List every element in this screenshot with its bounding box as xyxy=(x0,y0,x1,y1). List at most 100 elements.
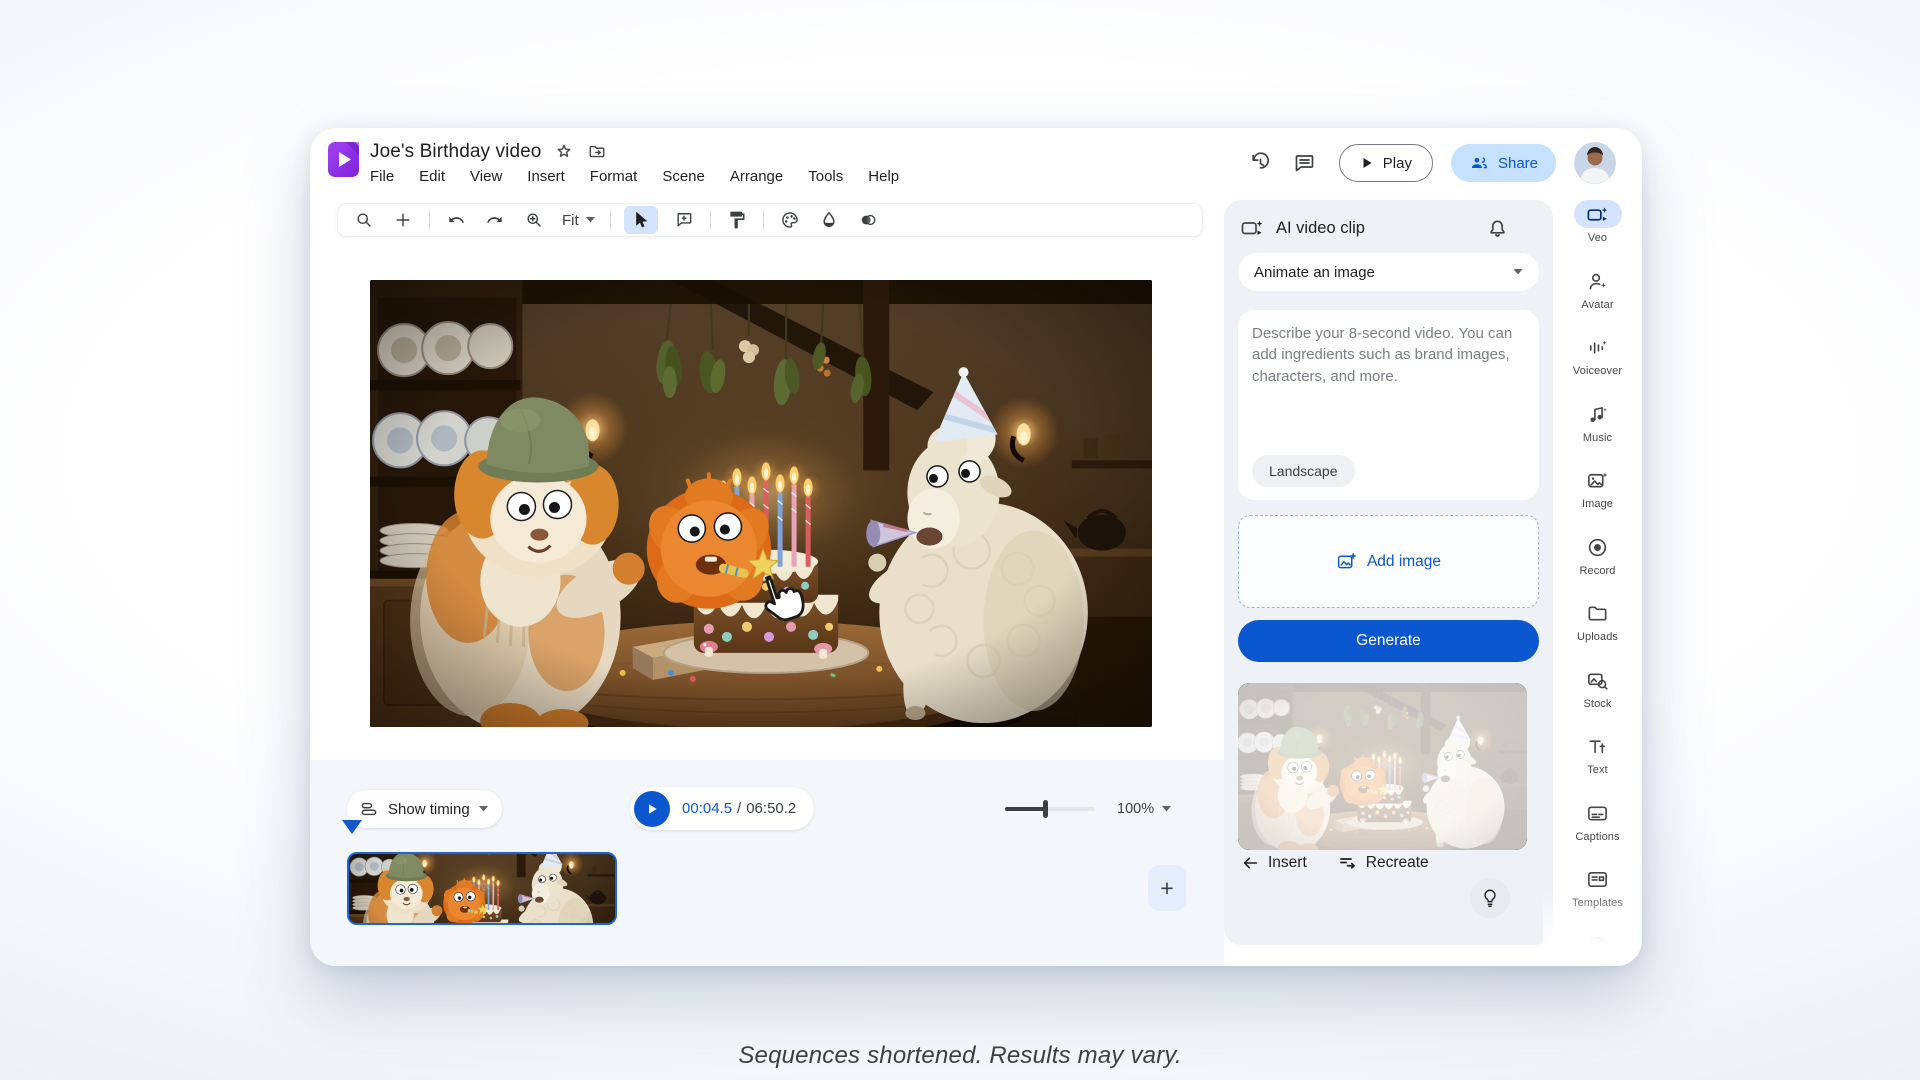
current-time: 00:04.5 xyxy=(682,800,732,817)
menu-file[interactable]: File xyxy=(370,168,394,185)
rail-label: Templates xyxy=(1572,897,1623,909)
video-canvas[interactable] xyxy=(370,280,1152,727)
blur-transparency-icon[interactable] xyxy=(855,207,881,233)
prompt-input[interactable] xyxy=(1252,323,1525,441)
rail-label: Record xyxy=(1579,565,1615,577)
rail-item-text[interactable]: Text xyxy=(1553,732,1642,776)
aspect-ratio-chip[interactable]: Landscape xyxy=(1252,455,1355,487)
time-divider: / xyxy=(737,800,741,817)
comments-icon[interactable] xyxy=(1291,150,1317,176)
add-scene-button[interactable]: + xyxy=(1148,865,1186,911)
move-folder-icon[interactable] xyxy=(587,142,607,162)
tips-button[interactable] xyxy=(1470,878,1510,918)
time-display: 00:04.5 / 06:50.2 xyxy=(682,800,796,817)
share-button[interactable]: Share xyxy=(1451,144,1556,182)
star-icon[interactable] xyxy=(554,142,574,162)
rail-label: Captions xyxy=(1575,831,1619,843)
undo-icon[interactable] xyxy=(443,207,469,233)
rail-item-record[interactable]: Record xyxy=(1553,533,1642,577)
timeline-playhead[interactable] xyxy=(342,820,362,834)
add-image-icon xyxy=(1336,551,1357,572)
rail-item-voiceover[interactable]: Voiceover xyxy=(1553,333,1642,377)
menu-view[interactable]: View xyxy=(470,168,502,185)
vids-app-logo-icon[interactable] xyxy=(327,141,360,178)
rail-label: Veo xyxy=(1588,232,1607,244)
version-history-icon[interactable] xyxy=(1247,150,1273,176)
toolbar-separator xyxy=(710,210,711,230)
rail-item-templates[interactable]: Templates xyxy=(1553,865,1642,909)
menu-scene[interactable]: Scene xyxy=(662,168,705,185)
ai-video-clip-panel: AI video clip Animate an image Landscape… xyxy=(1224,200,1553,945)
menu-format[interactable]: Format xyxy=(590,168,638,185)
menu-tools[interactable]: Tools xyxy=(808,168,843,185)
stock-media-icon xyxy=(1574,666,1622,694)
image-icon xyxy=(1574,466,1622,494)
mode-dropdown-value: Animate an image xyxy=(1254,264,1375,281)
avatar-icon xyxy=(1574,267,1622,295)
play-button-label: Play xyxy=(1383,155,1412,172)
clip-thumbnail xyxy=(349,854,615,923)
play-button[interactable]: Play xyxy=(1339,144,1433,182)
chevron-down-icon xyxy=(586,217,595,223)
generated-preview[interactable] xyxy=(1238,683,1527,850)
timing-layers-icon xyxy=(359,799,379,819)
timeline-clip[interactable] xyxy=(347,852,617,925)
play-triangle-icon xyxy=(1360,156,1374,170)
zoom-slider-handle[interactable] xyxy=(1043,800,1048,818)
bell-icon[interactable] xyxy=(1486,217,1509,240)
disclaimer-caption: Sequences shortened. Results may vary. xyxy=(0,1042,1920,1070)
rail-label: Avatar xyxy=(1581,299,1613,311)
timeline-zoom-control: 100% xyxy=(1005,800,1171,818)
app-window: Joe's Birthday video File Edit View Inse… xyxy=(310,128,1642,966)
rail-item-veo[interactable]: Veo xyxy=(1553,200,1642,244)
redo-icon[interactable] xyxy=(482,207,508,233)
show-timing-label: Show timing xyxy=(388,801,470,818)
generate-button[interactable]: Generate xyxy=(1238,620,1539,662)
preview-fade-overlay xyxy=(1238,683,1527,850)
show-timing-dropdown[interactable]: Show timing xyxy=(347,790,502,828)
arrow-left-icon xyxy=(1240,853,1260,873)
ink-droplet-icon[interactable] xyxy=(816,207,842,233)
zoom-icon[interactable] xyxy=(521,207,547,233)
rail-item-uploads[interactable]: Uploads xyxy=(1553,599,1642,643)
paint-format-icon[interactable] xyxy=(724,207,750,233)
add-comment-icon[interactable] xyxy=(671,207,697,233)
lightbulb-icon xyxy=(1479,887,1501,909)
mode-dropdown[interactable]: Animate an image xyxy=(1238,253,1539,291)
document-title[interactable]: Joe's Birthday video xyxy=(370,141,541,163)
rail-label: Music xyxy=(1583,432,1612,444)
select-tool-icon[interactable] xyxy=(624,206,658,234)
zoom-slider[interactable] xyxy=(1005,800,1095,818)
menu-help[interactable]: Help xyxy=(868,168,899,185)
voiceover-icon xyxy=(1574,333,1622,361)
rail-item-music[interactable]: Music xyxy=(1553,400,1642,444)
add-image-button[interactable]: Add image xyxy=(1238,515,1539,608)
menu-bar: File Edit View Insert Format Scene Arran… xyxy=(370,168,899,185)
rail-item-captions[interactable]: Captions xyxy=(1553,799,1642,843)
veo-clip-icon xyxy=(1240,216,1264,240)
text-icon xyxy=(1574,732,1622,760)
menu-arrange[interactable]: Arrange xyxy=(730,168,783,185)
share-people-icon xyxy=(1469,153,1489,173)
recreate-button[interactable]: Recreate xyxy=(1337,852,1429,873)
zoom-level-value: 100% xyxy=(1117,801,1154,817)
help-icon xyxy=(1574,931,1622,959)
total-time: 06:50.2 xyxy=(746,800,796,817)
insert-button[interactable]: Insert xyxy=(1240,853,1307,873)
video-frame xyxy=(370,280,1152,727)
timeline-play-button[interactable] xyxy=(634,791,670,827)
add-icon[interactable] xyxy=(390,207,416,233)
rail-item-help-partial[interactable] xyxy=(1553,931,1642,959)
menu-insert[interactable]: Insert xyxy=(527,168,565,185)
rail-item-image[interactable]: Image xyxy=(1553,466,1642,510)
panel-title: AI video clip xyxy=(1276,219,1486,238)
rail-item-avatar[interactable]: Avatar xyxy=(1553,267,1642,311)
search-icon[interactable] xyxy=(351,207,377,233)
captions-icon xyxy=(1574,799,1622,827)
rail-item-stock[interactable]: Stock xyxy=(1553,666,1642,710)
screen: Joe's Birthday video File Edit View Inse… xyxy=(0,0,1920,1080)
zoom-level-dropdown[interactable]: 100% xyxy=(1117,801,1171,817)
palette-icon[interactable] xyxy=(777,207,803,233)
fit-dropdown[interactable]: Fit xyxy=(560,212,597,229)
menu-edit[interactable]: Edit xyxy=(419,168,445,185)
